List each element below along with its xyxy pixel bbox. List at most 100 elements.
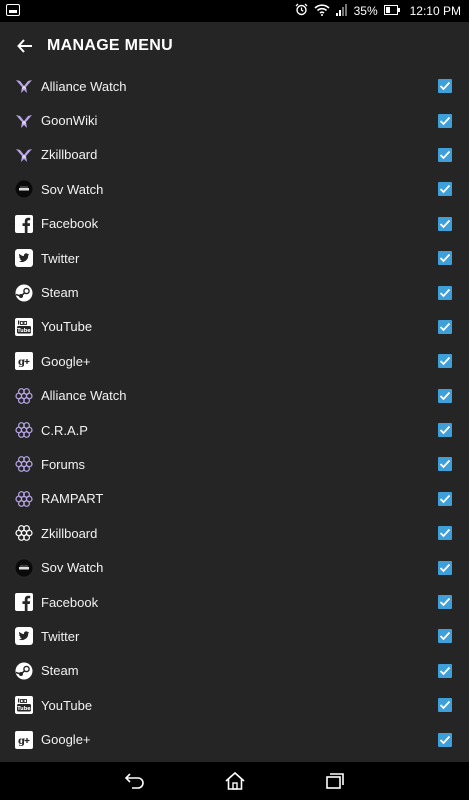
checkmark-icon — [439, 219, 451, 229]
checkmark-icon — [439, 116, 451, 125]
menu-list: Alliance Watch GoonWiki Zkillboard Sov Watc… — [0, 69, 469, 757]
gear-icon — [15, 455, 33, 473]
menu-item-label: Twitter — [41, 628, 80, 644]
twitter-icon — [15, 627, 33, 646]
menu-item-row[interactable]: Tube YouTube — [0, 310, 469, 344]
menu-item-row[interactable]: Alliance Watch — [0, 69, 469, 103]
menu-item-label: RAMPART — [41, 491, 104, 507]
steam-icon — [15, 662, 33, 680]
facebook-icon — [15, 593, 33, 612]
menu-item-checkbox[interactable] — [438, 285, 452, 300]
menu-item-row[interactable]: Twitter — [0, 241, 469, 275]
alarm-icon — [295, 3, 308, 19]
nav-back-icon[interactable] — [120, 766, 150, 796]
checkmark-icon — [439, 322, 451, 332]
menu-item-row[interactable]: Alliance Watch — [0, 379, 469, 413]
google-plus-icon: g — [15, 730, 33, 749]
menu-item-label: Steam — [41, 663, 79, 679]
menu-item-label: Sov Watch — [41, 560, 104, 576]
menu-item-row[interactable]: Zkillboard — [0, 516, 469, 550]
menu-item-label: Sov Watch — [41, 181, 104, 197]
menu-item-checkbox[interactable] — [438, 663, 452, 678]
menu-item-checkbox[interactable] — [438, 251, 452, 266]
menu-item-checkbox[interactable] — [438, 491, 452, 506]
wifi-icon — [314, 3, 330, 19]
checkmark-icon — [439, 701, 451, 710]
back-arrow-icon[interactable] — [13, 34, 37, 58]
menu-item-row[interactable]: RAMPART — [0, 482, 469, 516]
menu-item-checkbox[interactable] — [438, 698, 452, 713]
menu-item-label: Twitter — [41, 250, 80, 266]
menu-item-checkbox[interactable] — [438, 629, 452, 644]
goonswarm-icon — [15, 112, 33, 130]
menu-item-label: C.R.A.P — [41, 422, 88, 438]
menu-item-label: GoonWiki — [41, 113, 98, 129]
menu-item-checkbox[interactable] — [438, 526, 452, 541]
menu-item-label: Alliance Watch — [41, 78, 127, 94]
nav-home-icon[interactable] — [220, 766, 250, 796]
menu-item-label: Zkillboard — [41, 147, 98, 163]
menu-item-label: Google+ — [41, 732, 91, 748]
menu-item-label: YouTube — [41, 319, 93, 335]
navigation-bar — [0, 762, 469, 800]
gear-icon — [15, 421, 33, 439]
nav-recents-icon[interactable] — [320, 766, 350, 796]
goonswarm-icon — [15, 146, 33, 164]
menu-item-checkbox[interactable] — [438, 457, 452, 472]
menu-item-row[interactable]: Twitter — [0, 619, 469, 653]
sov-watch-icon — [15, 559, 33, 577]
checkmark-icon — [439, 185, 451, 194]
menu-item-row[interactable]: Sov Watch — [0, 550, 469, 584]
menu-item-label: Zkillboard — [41, 525, 98, 541]
menu-item-label: Google+ — [41, 353, 91, 369]
menu-item-row[interactable]: C.R.A.P — [0, 413, 469, 447]
checkmark-icon — [439, 391, 451, 401]
menu-item-checkbox[interactable] — [438, 732, 452, 747]
signal-icon — [335, 3, 348, 19]
menu-item-row[interactable]: Zkillboard — [0, 138, 469, 172]
checkmark-icon — [439, 529, 451, 538]
youtube-icon: Tube — [15, 696, 33, 715]
menu-item-row[interactable]: Facebook — [0, 585, 469, 619]
notification-icon — [6, 4, 20, 16]
menu-item-checkbox[interactable] — [438, 388, 452, 403]
menu-item-checkbox[interactable] — [438, 319, 452, 334]
checkmark-icon — [439, 254, 451, 263]
checkmark-icon — [439, 288, 451, 297]
menu-item-checkbox[interactable] — [438, 182, 452, 197]
goonswarm-icon — [15, 77, 33, 95]
menu-item-row[interactable]: g Google+ — [0, 722, 469, 756]
checkmark-icon — [439, 563, 451, 572]
menu-item-checkbox[interactable] — [438, 147, 452, 162]
checkmark-icon — [439, 666, 451, 676]
clock: 12:10 PM — [409, 4, 461, 18]
checkmark-icon — [439, 632, 451, 641]
svg-text:g: g — [18, 736, 25, 747]
menu-item-row[interactable]: g Google+ — [0, 344, 469, 378]
gear-icon — [15, 490, 33, 508]
menu-item-row[interactable]: Tube YouTube — [0, 688, 469, 722]
menu-item-checkbox[interactable] — [438, 595, 452, 610]
menu-item-row[interactable]: Forums — [0, 447, 469, 481]
svg-text:Tube: Tube — [17, 328, 31, 334]
checkmark-icon — [439, 735, 451, 744]
youtube-icon: Tube — [15, 317, 33, 336]
menu-item-row[interactable]: Steam — [0, 275, 469, 309]
menu-item-label: Facebook — [41, 594, 99, 610]
steam-icon — [15, 284, 33, 302]
menu-item-checkbox[interactable] — [438, 216, 452, 231]
menu-item-row[interactable]: Sov Watch — [0, 172, 469, 206]
menu-item-label: Steam — [41, 285, 79, 301]
menu-item-checkbox[interactable] — [438, 79, 452, 94]
checkmark-icon — [439, 425, 451, 435]
menu-item-checkbox[interactable] — [438, 113, 452, 128]
checkmark-icon — [439, 460, 451, 469]
menu-item-checkbox[interactable] — [438, 560, 452, 575]
menu-item-checkbox[interactable] — [438, 423, 452, 438]
menu-item-checkbox[interactable] — [438, 354, 452, 369]
battery-icon — [383, 4, 400, 18]
sov-watch-icon — [15, 180, 33, 198]
menu-item-row[interactable]: Facebook — [0, 207, 469, 241]
menu-item-row[interactable]: GoonWiki — [0, 103, 469, 137]
menu-item-row[interactable]: Steam — [0, 654, 469, 688]
